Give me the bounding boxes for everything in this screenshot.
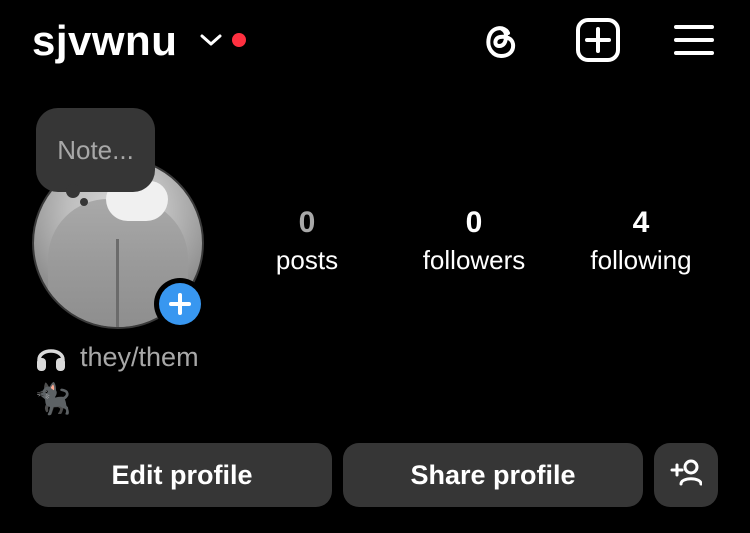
bio-emoji: 🐈‍⬛ bbox=[34, 383, 72, 416]
note-bubble[interactable]: Note... bbox=[36, 108, 155, 192]
note-bubble-tail bbox=[66, 184, 80, 198]
bio-pronouns: they/them bbox=[80, 341, 199, 372]
profile-username[interactable]: sjvwnu bbox=[32, 14, 177, 68]
headphones-icon bbox=[34, 340, 68, 374]
discover-people-button[interactable] bbox=[654, 443, 718, 507]
following-count: 4 bbox=[632, 206, 650, 239]
stat-followers[interactable]: 0 followers bbox=[399, 205, 549, 277]
add-story-button[interactable] bbox=[154, 278, 206, 330]
posts-count: 0 bbox=[298, 206, 316, 239]
posts-label: posts bbox=[275, 245, 339, 275]
add-post-icon[interactable] bbox=[574, 16, 622, 64]
bio-pronouns-line: they/them bbox=[34, 340, 199, 374]
threads-icon[interactable] bbox=[476, 16, 524, 64]
share-profile-button[interactable]: Share profile bbox=[343, 443, 643, 507]
plus-icon bbox=[159, 283, 201, 325]
edit-profile-button[interactable]: Edit profile bbox=[32, 443, 332, 507]
following-label: following bbox=[590, 245, 692, 275]
note-bubble-tail-small bbox=[80, 198, 88, 206]
notification-dot bbox=[232, 33, 246, 47]
add-person-icon bbox=[670, 458, 703, 493]
followers-count: 0 bbox=[465, 206, 483, 239]
followers-label: followers bbox=[422, 245, 526, 275]
stat-following[interactable]: 4 following bbox=[566, 205, 716, 277]
chevron-down-icon[interactable] bbox=[198, 30, 224, 50]
stat-posts[interactable]: 0 posts bbox=[232, 205, 382, 277]
menu-icon[interactable] bbox=[670, 16, 718, 64]
